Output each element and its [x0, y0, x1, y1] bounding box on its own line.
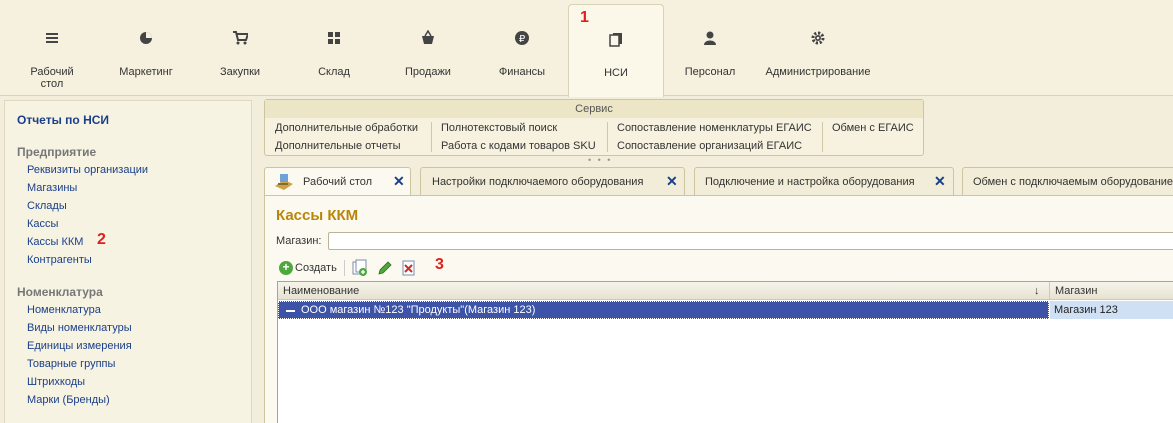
page-title: Кассы ККМ — [276, 207, 359, 224]
tree-collapse-icon[interactable] — [286, 310, 295, 312]
tab-equipment-exchange-label: Обмен с подключаемым оборудование — [973, 176, 1173, 188]
store-filter-label: Магазин: — [276, 235, 322, 247]
gear-icon — [811, 31, 825, 45]
splitter-handle[interactable]: • • • — [588, 155, 612, 165]
service-link-egais-nomenclature[interactable]: Сопоставление номенклатуры ЕГАИС — [617, 122, 812, 134]
section-warehouse-label: Склад — [318, 66, 350, 78]
section-finance[interactable]: ₽ Финансы — [482, 0, 562, 96]
pie-chart-icon — [140, 32, 152, 44]
service-link-fulltext-search[interactable]: Полнотекстовый поиск — [441, 122, 557, 134]
section-sales[interactable]: Продажи — [388, 0, 468, 96]
service-divider — [822, 122, 823, 152]
nav-link-stores[interactable]: Магазины — [27, 182, 77, 194]
person-icon — [704, 31, 716, 45]
column-divider[interactable] — [1049, 282, 1050, 300]
section-staff[interactable]: Персонал — [670, 0, 750, 96]
nav-link-org-details[interactable]: Реквизиты организации — [27, 164, 148, 176]
nav-link-product-groups[interactable]: Товарные группы — [27, 358, 115, 370]
nav-panel: Отчеты по НСИ Предприятие Реквизиты орга… — [4, 100, 252, 423]
toolbar-divider — [344, 260, 345, 276]
copy-icon[interactable] — [350, 259, 368, 277]
kkm-table: Наименование ↓ Магазин ООО магазин №123 … — [277, 281, 1173, 423]
section-panel: Рабочий стол Маркетинг Закупки Склад Про… — [0, 0, 1173, 97]
main-form: Кассы ККМ Магазин: + Создать 3 Наименова… — [264, 195, 1173, 423]
nav-link-brands[interactable]: Марки (Бренды) — [27, 394, 110, 406]
annotation-marker-2: 2 — [97, 231, 106, 248]
nav-link-nomenclature[interactable]: Номенклатура — [27, 304, 101, 316]
close-icon[interactable]: ✕ — [393, 173, 405, 190]
delete-icon[interactable] — [400, 259, 418, 277]
sort-arrow-icon[interactable]: ↓ — [1034, 285, 1040, 297]
table-header: Наименование ↓ Магазин — [278, 282, 1173, 300]
tab-desktop-label: Рабочий стол — [303, 176, 373, 188]
annotation-marker-3: 3 — [435, 256, 444, 273]
table-cell-name[interactable]: ООО магазин №123 "Продукты"(Магазин 123) — [278, 301, 1049, 319]
section-nsi[interactable]: 1 НСИ — [568, 4, 664, 97]
nav-group-enterprise: Предприятие — [17, 145, 97, 159]
ruble-icon: ₽ — [515, 31, 529, 45]
tab-desktop[interactable]: Рабочий стол ✕ — [264, 167, 411, 196]
section-admin-label: Администрирование — [765, 66, 871, 78]
table-cell-store[interactable]: Магазин 123 — [1050, 301, 1173, 319]
section-sales-label: Продажи — [405, 66, 451, 78]
section-admin[interactable]: Администрирование — [762, 0, 874, 96]
service-link-extra-reports[interactable]: Дополнительные отчеты — [275, 140, 400, 152]
desktop-icon — [275, 174, 293, 190]
tab-equipment-connection[interactable]: Подключение и настройка оборудования ✕ — [694, 167, 954, 196]
nav-link-cashboxes[interactable]: Кассы — [27, 218, 58, 230]
edit-icon[interactable] — [376, 259, 394, 277]
nav-panel-title[interactable]: Отчеты по НСИ — [17, 113, 109, 127]
service-header: Сервис — [265, 100, 923, 118]
create-button-label: Создать — [295, 262, 337, 274]
table-row[interactable]: ООО магазин №123 "Продукты"(Магазин 123)… — [278, 301, 1173, 319]
svg-text:₽: ₽ — [519, 34, 526, 45]
basket-icon — [422, 30, 434, 44]
column-header-store[interactable]: Магазин — [1055, 285, 1097, 297]
plus-icon: + — [279, 261, 293, 275]
nav-link-kkm-cashboxes[interactable]: Кассы ККМ — [27, 236, 83, 248]
service-link-egais-exchange[interactable]: Обмен с ЕГАИС — [832, 122, 914, 134]
row-name-text: ООО магазин №123 "Продукты"(Магазин 123) — [301, 304, 536, 316]
service-panel: Сервис Дополнительные обработки Дополнит… — [264, 99, 924, 156]
section-purchases-label: Закупки — [219, 66, 261, 78]
grid-icon — [328, 32, 340, 44]
service-divider — [431, 122, 432, 152]
section-staff-label: Персонал — [684, 66, 736, 78]
close-icon[interactable]: ✕ — [666, 173, 678, 190]
cart-icon — [233, 31, 248, 45]
section-marketing[interactable]: Маркетинг — [106, 0, 186, 96]
section-nsi-label: НСИ — [604, 67, 628, 79]
tab-equipment-settings[interactable]: Настройки подключаемого оборудования ✕ — [420, 167, 685, 196]
annotation-marker-1: 1 — [580, 9, 589, 26]
service-link-egais-orgs[interactable]: Сопоставление организаций ЕГАИС — [617, 140, 802, 152]
nav-link-warehouses[interactable]: Склады — [27, 200, 67, 212]
documents-icon — [609, 33, 622, 47]
nav-link-nomenclature-types[interactable]: Виды номенклатуры — [27, 322, 132, 334]
section-desktop[interactable]: Рабочий стол — [12, 0, 92, 96]
service-divider — [607, 122, 608, 152]
create-button[interactable]: + Создать — [277, 259, 341, 277]
nav-link-barcodes[interactable]: Штрихкоды — [27, 376, 85, 388]
section-finance-label: Финансы — [498, 66, 546, 78]
tab-equipment-exchange[interactable]: Обмен с подключаемым оборудование — [962, 167, 1173, 196]
service-link-sku-codes[interactable]: Работа с кодами товаров SKU — [441, 140, 596, 152]
tab-equipment-settings-label: Настройки подключаемого оборудования — [432, 176, 644, 188]
close-icon[interactable]: ✕ — [934, 173, 946, 190]
section-marketing-label: Маркетинг — [119, 66, 173, 78]
section-warehouse[interactable]: Склад — [294, 0, 374, 96]
column-header-name[interactable]: Наименование — [283, 285, 359, 297]
section-desktop-label: Рабочий стол — [30, 66, 74, 90]
nav-link-counterparties[interactable]: Контрагенты — [27, 254, 92, 266]
section-purchases[interactable]: Закупки — [200, 0, 280, 96]
menu-lines-icon — [46, 33, 58, 43]
service-link-extra-processing[interactable]: Дополнительные обработки — [275, 122, 418, 134]
nav-group-nomenclature: Номенклатура — [17, 285, 103, 299]
tab-equipment-connection-label: Подключение и настройка оборудования — [705, 176, 915, 188]
nav-link-units[interactable]: Единицы измерения — [27, 340, 132, 352]
store-filter-input[interactable] — [328, 232, 1173, 250]
